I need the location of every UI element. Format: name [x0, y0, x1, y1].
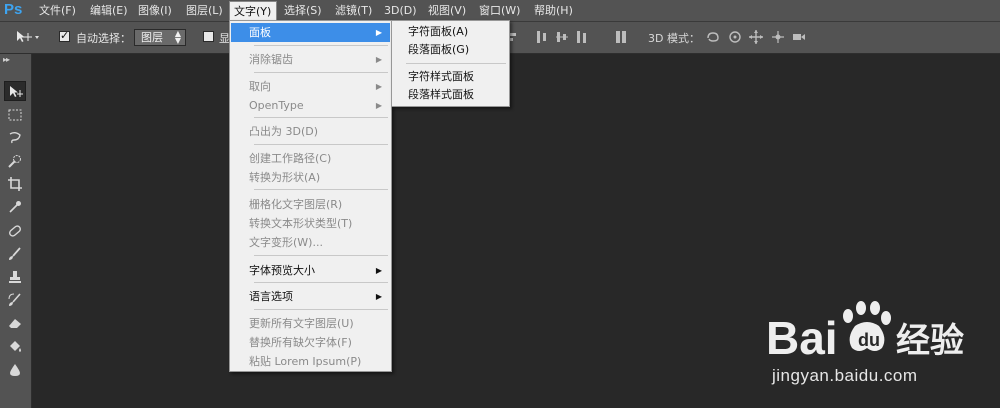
submenu-arrow-icon: ▶ [375, 82, 382, 91]
move-tool-icon[interactable] [4, 81, 26, 101]
photoshop-logo: Ps [4, 1, 23, 18]
marquee-tool-icon[interactable] [4, 105, 26, 125]
auto-select-dropdown[interactable]: 图层 ▲ ▼ [134, 29, 186, 46]
submenu-arrow-icon: ▶ [375, 101, 382, 110]
eyedropper-icon[interactable] [4, 197, 26, 217]
menu-edit[interactable]: 编辑(E) [86, 0, 132, 21]
quick-selection-icon[interactable] [4, 151, 26, 171]
menu-separator [254, 282, 388, 283]
crop-tool-icon[interactable] [4, 174, 26, 194]
menu-file[interactable]: 文件(F) [35, 0, 80, 21]
auto-select-checkbox[interactable] [59, 29, 70, 42]
menu-separator [254, 309, 388, 310]
menu-separator [254, 117, 388, 118]
lasso-tool-icon[interactable] [4, 128, 26, 148]
menu-item-label: 取向 [249, 80, 271, 93]
auto-select-label: 自动选择： [76, 32, 131, 45]
menu-select[interactable]: 选择(S) [280, 0, 326, 21]
menu-item-anti-alias[interactable]: 消除锯齿 ▶ [231, 50, 390, 69]
3d-scale-icon[interactable] [791, 29, 807, 45]
menu-item-orientation[interactable]: 取向 ▶ [231, 77, 390, 96]
distribute-center-icon[interactable] [556, 30, 568, 44]
3d-rotate-icon[interactable] [705, 29, 721, 45]
menu-item-extrude-3d[interactable]: 凸出为 3D(D) [231, 122, 390, 141]
paint-bucket-icon[interactable] [4, 337, 26, 357]
type-menu-dropdown: 面板 ▶ 消除锯齿 ▶ 取向 ▶ OpenType ▶ 凸出为 3D(D) 创建… [229, 20, 392, 372]
healing-brush-icon[interactable] [4, 221, 26, 241]
3d-roll-icon[interactable] [727, 29, 743, 45]
submenu-arrow-icon: ▶ [375, 28, 382, 37]
svg-text:du: du [858, 330, 880, 350]
3d-slide-icon[interactable] [770, 29, 786, 45]
menu-item-label: 语言选项 [249, 290, 293, 303]
menu-item-convert-text-shape[interactable]: 转换文本形状类型(T) [231, 214, 390, 233]
svg-text:经验: 经验 [896, 321, 964, 361]
show-transform-checkbox[interactable] [203, 31, 214, 42]
menu-item-warp-text[interactable]: 文字变形(W)... [231, 233, 390, 252]
submenu-item-character-styles-panel[interactable]: 字符样式面板 [393, 68, 508, 86]
menu-separator [254, 189, 388, 190]
menu-view[interactable]: 视图(V) [424, 0, 470, 21]
submenu-arrow-icon: ▶ [375, 292, 382, 301]
menu-item-label: 字体预览大小 [249, 264, 315, 277]
menu-item-panels[interactable]: 面板 ▶ [231, 23, 390, 42]
3d-mode-label: 3D 模式： [648, 32, 700, 45]
clone-stamp-icon[interactable] [4, 267, 26, 287]
move-tool-icon[interactable] [14, 29, 40, 45]
menu-separator [406, 63, 506, 64]
watermark-url: jingyan.baidu.com [772, 366, 918, 385]
submenu-item-paragraph-styles-panel[interactable]: 段落样式面板 [393, 86, 508, 104]
menu-item-create-work-path[interactable]: 创建工作路径(C) [231, 149, 390, 168]
menu-item-label: 消除锯齿 [249, 53, 293, 66]
eraser-icon[interactable] [4, 313, 26, 333]
3d-pan-icon[interactable] [748, 29, 764, 45]
menu-item-opentype[interactable]: OpenType ▶ [231, 96, 390, 115]
auto-align-icon[interactable] [615, 30, 627, 44]
submenu-item-character-panel[interactable]: 字符面板(A) [393, 23, 508, 41]
brush-tool-icon[interactable] [4, 244, 26, 264]
menu-item-replace-missing-fonts[interactable]: 替换所有缺欠字体(F) [231, 333, 390, 352]
menu-window[interactable]: 窗口(W) [475, 0, 524, 21]
menu-item-language-options[interactable]: 语言选项 ▶ [231, 287, 390, 306]
menu-bar: Ps 文件(F) 编辑(E) 图像(I) 图层(L) 文字(Y) 选择(S) 滤… [0, 0, 1000, 22]
menu-separator [254, 255, 388, 256]
menu-item-font-preview-size[interactable]: 字体预览大小 ▶ [231, 261, 390, 280]
menu-item-label: OpenType [249, 99, 304, 112]
menu-separator [254, 45, 388, 46]
distribute-bottom-icon[interactable] [576, 30, 588, 44]
menu-help[interactable]: 帮助(H) [530, 0, 577, 21]
menu-item-rasterize[interactable]: 栅格化文字图层(R) [231, 195, 390, 214]
submenu-item-paragraph-panel[interactable]: 段落面板(G) [393, 41, 508, 59]
menu-filter[interactable]: 滤镜(T) [331, 0, 376, 21]
menu-item-label: 面板 [249, 26, 271, 39]
menu-separator [254, 72, 388, 73]
svg-text:Bai: Bai [766, 312, 838, 364]
menu-image[interactable]: 图像(I) [134, 0, 176, 21]
tools-panel: ▸▸ [0, 54, 32, 408]
menu-item-convert-to-shape[interactable]: 转换为形状(A) [231, 168, 390, 187]
panel-collapse-icon[interactable]: ▸▸ [3, 55, 10, 64]
submenu-arrow-icon: ▶ [375, 55, 382, 64]
submenu-arrow-icon: ▶ [375, 266, 382, 275]
panels-submenu: 字符面板(A) 段落面板(G) 字符样式面板 段落样式面板 [391, 20, 510, 107]
menu-item-update-all-text-layers[interactable]: 更新所有文字图层(U) [231, 314, 390, 333]
distribute-top-icon[interactable] [536, 30, 548, 44]
menu-separator [254, 144, 388, 145]
history-brush-icon[interactable] [4, 290, 26, 310]
menu-3d[interactable]: 3D(D) [380, 0, 421, 21]
menu-layer[interactable]: 图层(L) [182, 0, 227, 21]
menu-type[interactable]: 文字(Y) [229, 1, 277, 21]
menu-item-paste-lorem-ipsum[interactable]: 粘贴 Lorem Ipsum(P) [231, 352, 390, 371]
blur-tool-icon[interactable] [4, 360, 26, 380]
auto-select-value: 图层 [141, 31, 163, 44]
stepper-arrows-icon: ▲ ▼ [174, 29, 181, 45]
